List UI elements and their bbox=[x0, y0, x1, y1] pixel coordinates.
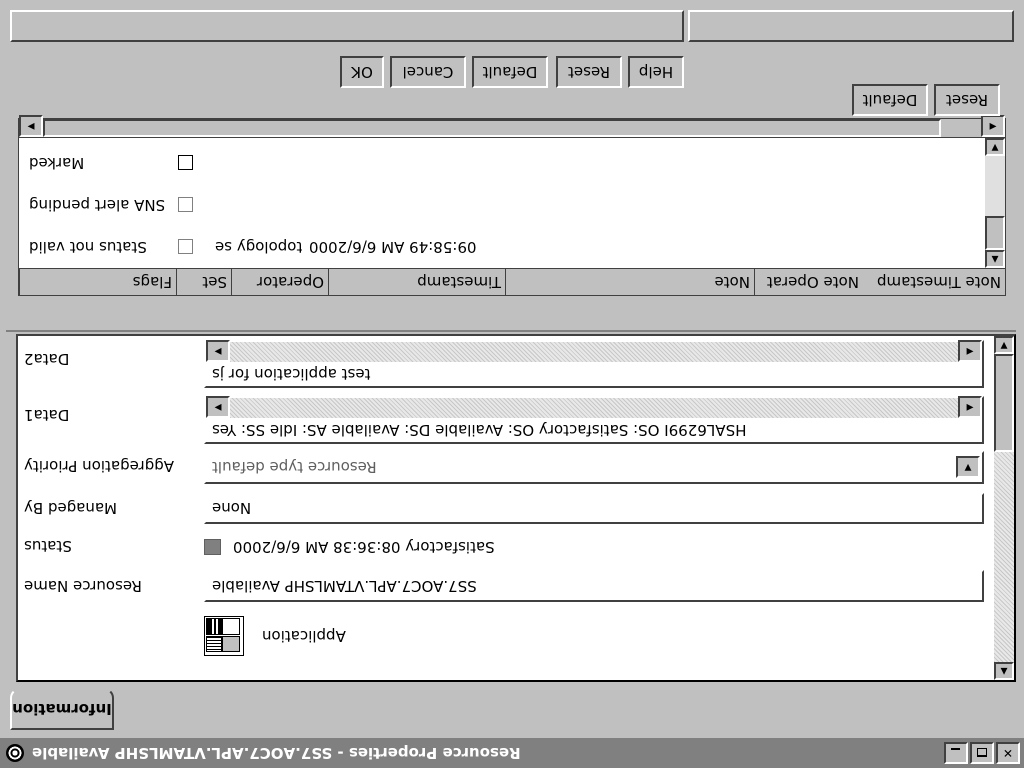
column-header-note-operator[interactable]: Note Operat bbox=[754, 269, 863, 295]
scroll-down-button[interactable]: ▼ bbox=[994, 336, 1014, 354]
minimize-icon bbox=[951, 748, 961, 750]
scroll-left-button[interactable]: ◀ bbox=[958, 340, 982, 362]
flag-name: SNA alert pending bbox=[29, 196, 166, 214]
close-icon: ✕ bbox=[1002, 746, 1014, 760]
scroll-left-button[interactable]: ◀ bbox=[958, 396, 982, 418]
arrow-left-icon: ◀ bbox=[966, 402, 974, 412]
scroll-left-button[interactable]: ◀ bbox=[981, 115, 1005, 137]
data1-field[interactable]: HSAL6299I OS: Satisfactory OS: Available… bbox=[204, 396, 984, 444]
table-row[interactable]: Marked bbox=[19, 142, 985, 182]
scroll-track[interactable] bbox=[985, 156, 1005, 250]
arrow-right-icon: ▶ bbox=[27, 121, 35, 131]
default-button[interactable]: Default bbox=[472, 56, 548, 88]
ok-button[interactable]: OK bbox=[340, 56, 384, 88]
scroll-track[interactable] bbox=[994, 354, 1014, 662]
column-header-note[interactable]: Note bbox=[505, 269, 754, 295]
data2-value: test application for js bbox=[212, 365, 371, 383]
managed-by-field[interactable]: None bbox=[204, 493, 984, 524]
tab-information[interactable]: Information bbox=[10, 688, 114, 730]
status-value: Satisfactory 08:36:38 AM 6/6/2000 bbox=[233, 538, 495, 556]
status-bar-right bbox=[688, 10, 1014, 42]
scroll-right-button[interactable]: ▶ bbox=[206, 340, 230, 362]
application-icon bbox=[204, 616, 244, 656]
data1-label: Data1 bbox=[24, 406, 70, 424]
data2-field[interactable]: test application for js ◀ ▶ bbox=[204, 340, 984, 388]
maximize-icon bbox=[977, 748, 987, 758]
resource-name-label: Resource Name bbox=[24, 577, 142, 595]
help-button[interactable]: Help bbox=[628, 56, 684, 88]
table-row[interactable]: SNA alert pending bbox=[19, 184, 985, 224]
scroll-up-button[interactable]: ▲ bbox=[985, 250, 1005, 268]
scroll-right-button[interactable]: ▶ bbox=[206, 396, 230, 418]
status-color-indicator bbox=[204, 539, 221, 555]
resource-globe-icon bbox=[6, 744, 24, 762]
table-row[interactable]: Status not valid 09:58:49 AM 6/6/2000 to… bbox=[19, 226, 985, 266]
flags-scroll-gap bbox=[941, 119, 981, 137]
resource-type-label: Application bbox=[262, 627, 346, 645]
scroll-up-button[interactable]: ▲ bbox=[994, 662, 1014, 680]
aggregation-priority-value: Resource type default bbox=[212, 458, 377, 477]
data2-label: Data2 bbox=[24, 350, 70, 368]
scroll-down-button[interactable]: ▼ bbox=[985, 138, 1005, 156]
flags-horizontal-scrollbar[interactable]: ◀ ▶ bbox=[18, 115, 1006, 138]
flag-operator: topology se bbox=[215, 238, 303, 256]
maximize-button[interactable] bbox=[970, 742, 994, 764]
column-header-operator[interactable]: Operator bbox=[231, 269, 328, 295]
flag-name: Marked bbox=[29, 154, 85, 172]
status-bar-left bbox=[10, 10, 684, 42]
flag-timestamp: 09:58:49 AM 6/6/2000 bbox=[309, 238, 477, 256]
info-vertical-scrollbar[interactable]: ▲ ▼ bbox=[994, 336, 1014, 680]
minimize-button[interactable] bbox=[944, 742, 968, 764]
arrow-right-icon: ▶ bbox=[214, 402, 222, 412]
resource-type-row: Application bbox=[204, 614, 354, 658]
data1-hscrollbar[interactable]: ◀ ▶ bbox=[206, 396, 982, 418]
aggregation-priority-label: Aggregation Priority bbox=[24, 457, 174, 475]
arrow-down-icon: ▼ bbox=[1000, 340, 1008, 350]
arrow-right-icon: ▶ bbox=[214, 346, 222, 356]
flag-set-checkbox[interactable] bbox=[178, 197, 193, 212]
scroll-thumb[interactable] bbox=[994, 354, 1014, 452]
arrow-down-icon: ▼ bbox=[991, 142, 999, 152]
title-bar: ✕ Resource Properties - SS7.AOC7.APL.VTA… bbox=[0, 738, 1024, 768]
data2-hscrollbar[interactable]: ◀ ▶ bbox=[206, 340, 982, 362]
information-panel: ▲ ▼ Application Resource Name SS7.AOC7.A… bbox=[16, 334, 1016, 682]
status-row: Satisfactory 08:36:38 AM 6/6/2000 bbox=[204, 532, 714, 562]
flags-section: Flags Set Operator Timestamp Note Note O… bbox=[6, 102, 1016, 332]
arrow-up-icon: ▲ bbox=[1000, 666, 1008, 676]
aggregation-priority-select[interactable]: ▼ Resource type default bbox=[204, 451, 984, 484]
flags-table-body: ▲ ▼ Status not valid 09:58:49 AM 6/6/200… bbox=[18, 138, 1006, 268]
scroll-thumb[interactable] bbox=[985, 216, 1005, 250]
arrow-left-icon: ◀ bbox=[989, 121, 997, 131]
arrow-up-icon: ▲ bbox=[991, 254, 999, 264]
data1-scroll-track[interactable] bbox=[230, 398, 958, 418]
tab-information-label: Information bbox=[12, 700, 112, 718]
column-header-flags[interactable]: Flags bbox=[19, 269, 176, 295]
dropdown-button[interactable]: ▼ bbox=[956, 456, 980, 479]
resource-properties-window: ✕ Resource Properties - SS7.AOC7.APL.VTA… bbox=[0, 0, 1024, 768]
scroll-right-button[interactable]: ▶ bbox=[19, 115, 43, 137]
data1-value: HSAL6299I OS: Satisfactory OS: Available… bbox=[212, 421, 747, 439]
column-header-note-timestamp[interactable]: Note Timestamp bbox=[863, 269, 1005, 295]
flags-reset-button[interactable]: Reset bbox=[934, 84, 1000, 116]
flag-name: Status not valid bbox=[29, 238, 147, 256]
chevron-down-icon: ▼ bbox=[964, 462, 972, 473]
flags-vertical-scrollbar[interactable]: ▲ ▼ bbox=[985, 138, 1005, 268]
flag-set-checkbox[interactable] bbox=[178, 155, 193, 170]
status-label: Status bbox=[24, 537, 72, 555]
flag-set-checkbox[interactable] bbox=[178, 239, 193, 254]
column-header-timestamp[interactable]: Timestamp bbox=[328, 269, 505, 295]
flags-default-button[interactable]: Default bbox=[852, 84, 928, 116]
close-button[interactable]: ✕ bbox=[996, 742, 1020, 764]
reset-button[interactable]: Reset bbox=[556, 56, 622, 88]
flags-scroll-thumb[interactable] bbox=[43, 119, 941, 137]
cancel-button[interactable]: Cancel bbox=[390, 56, 466, 88]
flags-table-header: Flags Set Operator Timestamp Note Note O… bbox=[18, 268, 1006, 296]
managed-by-label: Managed By bbox=[24, 499, 118, 517]
window-title: Resource Properties - SS7.AOC7.APL.VTAML… bbox=[32, 744, 521, 762]
arrow-left-icon: ◀ bbox=[966, 346, 974, 356]
column-header-set[interactable]: Set bbox=[176, 269, 231, 295]
data2-scroll-track[interactable] bbox=[230, 342, 958, 362]
resource-name-field[interactable]: SS7.AOC7.APL.VTAMLSHP Available bbox=[204, 570, 984, 602]
